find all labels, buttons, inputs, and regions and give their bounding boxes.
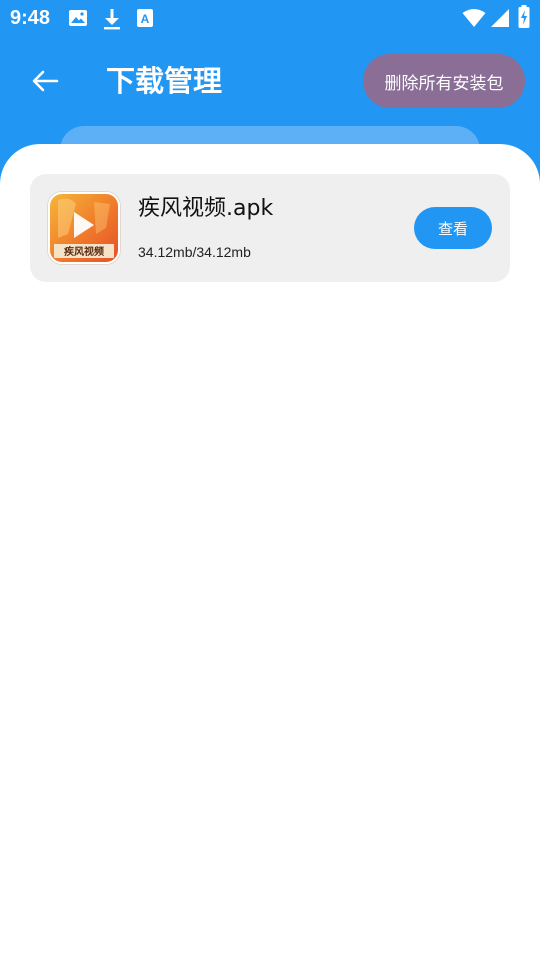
status-bar: 9:48 A — [0, 0, 540, 38]
text-a-icon: A — [136, 8, 154, 32]
view-button[interactable]: 查看 — [414, 207, 492, 249]
delete-all-packages-button[interactable]: 删除所有安装包 — [363, 54, 525, 108]
file-size: 34.12mb/34.12mb — [138, 244, 251, 260]
arrow-left-icon — [32, 70, 59, 92]
page-title: 下载管理 — [106, 64, 223, 98]
svg-text:A: A — [141, 12, 150, 26]
download-icon — [102, 8, 122, 34]
app-play-icon: 疾风视频 — [48, 192, 120, 264]
image-icon — [68, 8, 88, 32]
download-manager-screen: 9:48 A 下载管理 删除所有安装包 疾风视频 疾风视频.apk 34.12m… — [0, 0, 540, 960]
download-item: 疾风视频 疾风视频.apk 34.12mb/34.12mb 查看 — [30, 174, 510, 282]
status-time: 9:48 — [10, 7, 51, 29]
app-icon-text: 疾风视频 — [64, 245, 104, 258]
file-name: 疾风视频.apk — [138, 196, 274, 221]
wifi-icon — [462, 8, 486, 32]
battery-charging-icon — [518, 5, 530, 33]
back-button[interactable] — [24, 60, 66, 102]
signal-icon — [490, 8, 510, 32]
